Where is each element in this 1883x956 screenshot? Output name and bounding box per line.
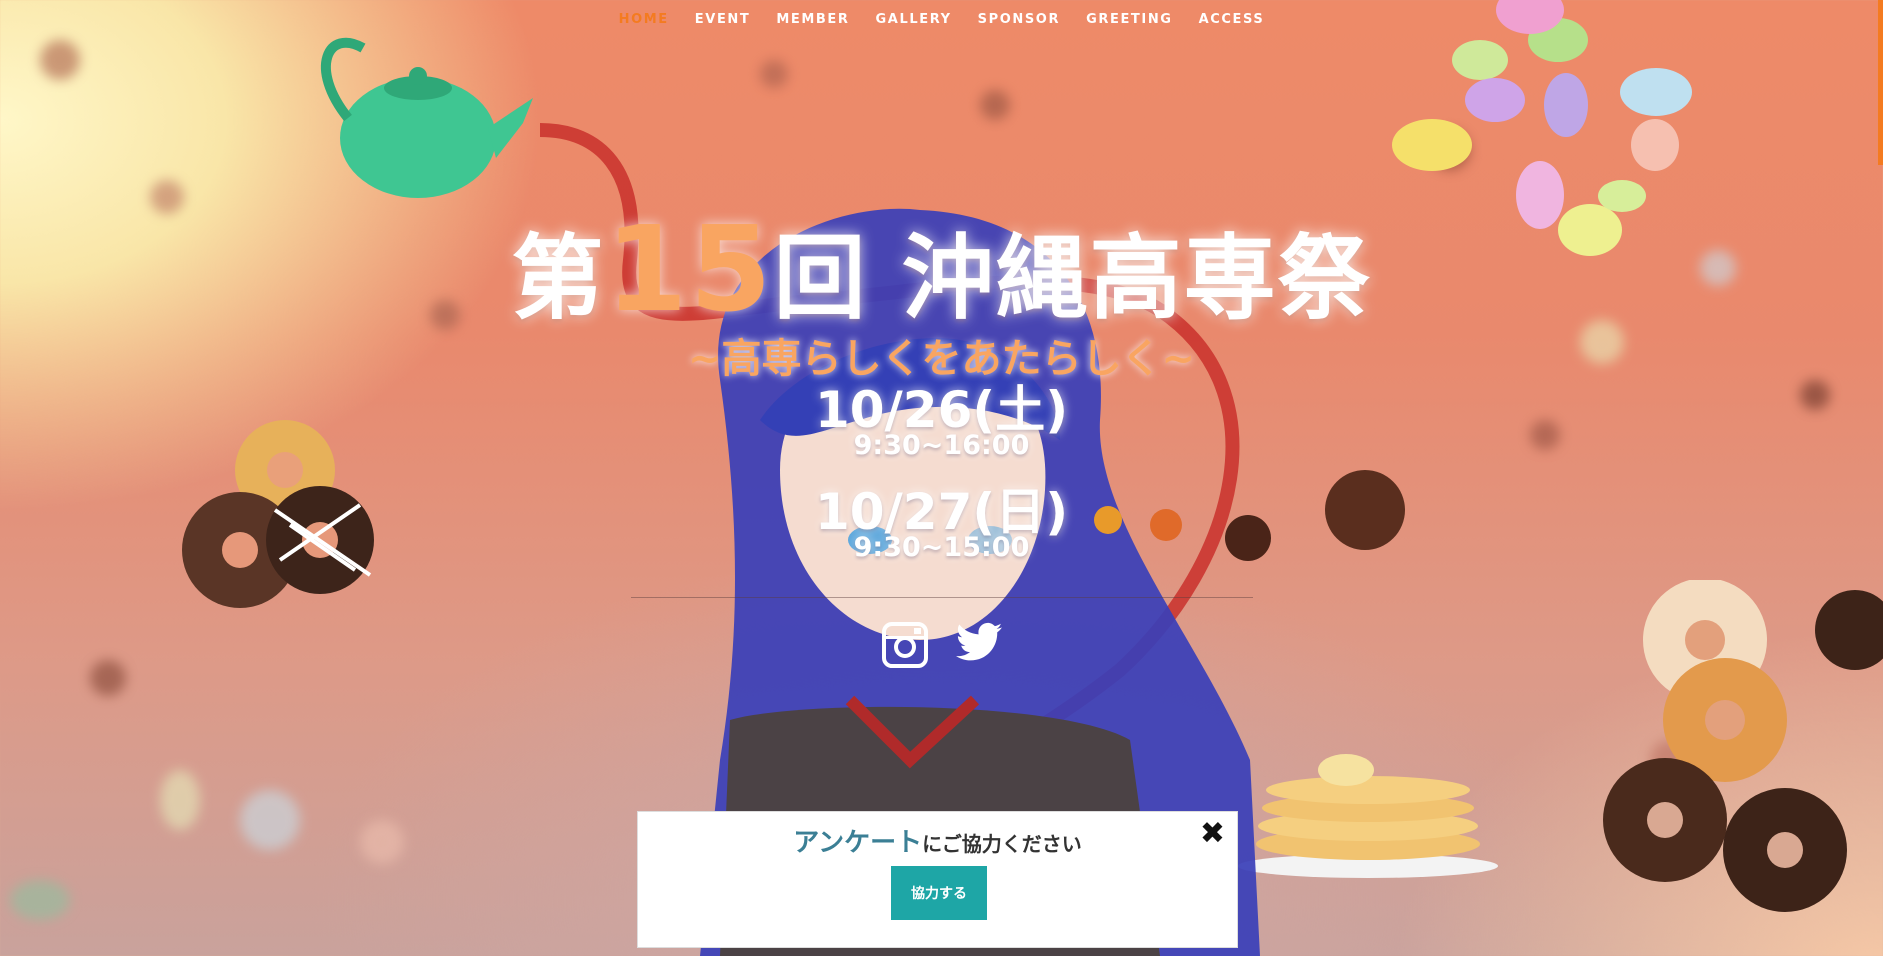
- hero-divider: [631, 597, 1253, 598]
- nav-gallery[interactable]: GALLERY: [876, 12, 952, 27]
- twitter-icon[interactable]: [955, 622, 1002, 662]
- date-day-1: 10/26(土) 9:30~16:00: [0, 384, 1883, 460]
- festival-title: 第15回 沖縄高専祭: [0, 200, 1883, 338]
- title-suffix: 回 沖縄高専祭: [773, 225, 1372, 332]
- nav-home[interactable]: HOME: [619, 12, 669, 27]
- nav-sponsor[interactable]: SPONSOR: [978, 12, 1060, 27]
- date-2-time: 9:30~15:00: [853, 532, 1030, 563]
- nav-greeting[interactable]: GREETING: [1086, 12, 1173, 27]
- close-icon[interactable]: ✖: [1200, 818, 1225, 850]
- date-2-day: 10/27(日): [814, 483, 1069, 541]
- main-nav: HOME EVENT MEMBER GALLERY SPONSOR GREETI…: [0, 12, 1883, 27]
- nav-access[interactable]: ACCESS: [1199, 12, 1265, 27]
- instagram-icon[interactable]: [881, 622, 928, 668]
- survey-participate-button[interactable]: 協力する: [891, 866, 987, 920]
- title-prefix: 第: [511, 225, 606, 332]
- social-links: [0, 622, 1883, 668]
- nav-event[interactable]: EVENT: [695, 12, 751, 27]
- title-number: 15: [605, 200, 774, 338]
- survey-title-rest: にご協力ください: [922, 832, 1082, 856]
- nav-member[interactable]: MEMBER: [776, 12, 849, 27]
- survey-title: アンケートにご協力ください: [638, 822, 1237, 859]
- date-1-time: 9:30~16:00: [853, 430, 1030, 461]
- date-day-2: 10/27(日) 9:30~15:00: [0, 486, 1883, 562]
- survey-popup: アンケートにご協力ください ✖ 協力する: [637, 811, 1238, 948]
- festival-subtitle: ~高専らしくをあたらしく~: [687, 336, 1196, 382]
- date-1-day: 10/26(土): [814, 381, 1069, 439]
- survey-title-highlight: アンケート: [793, 828, 923, 858]
